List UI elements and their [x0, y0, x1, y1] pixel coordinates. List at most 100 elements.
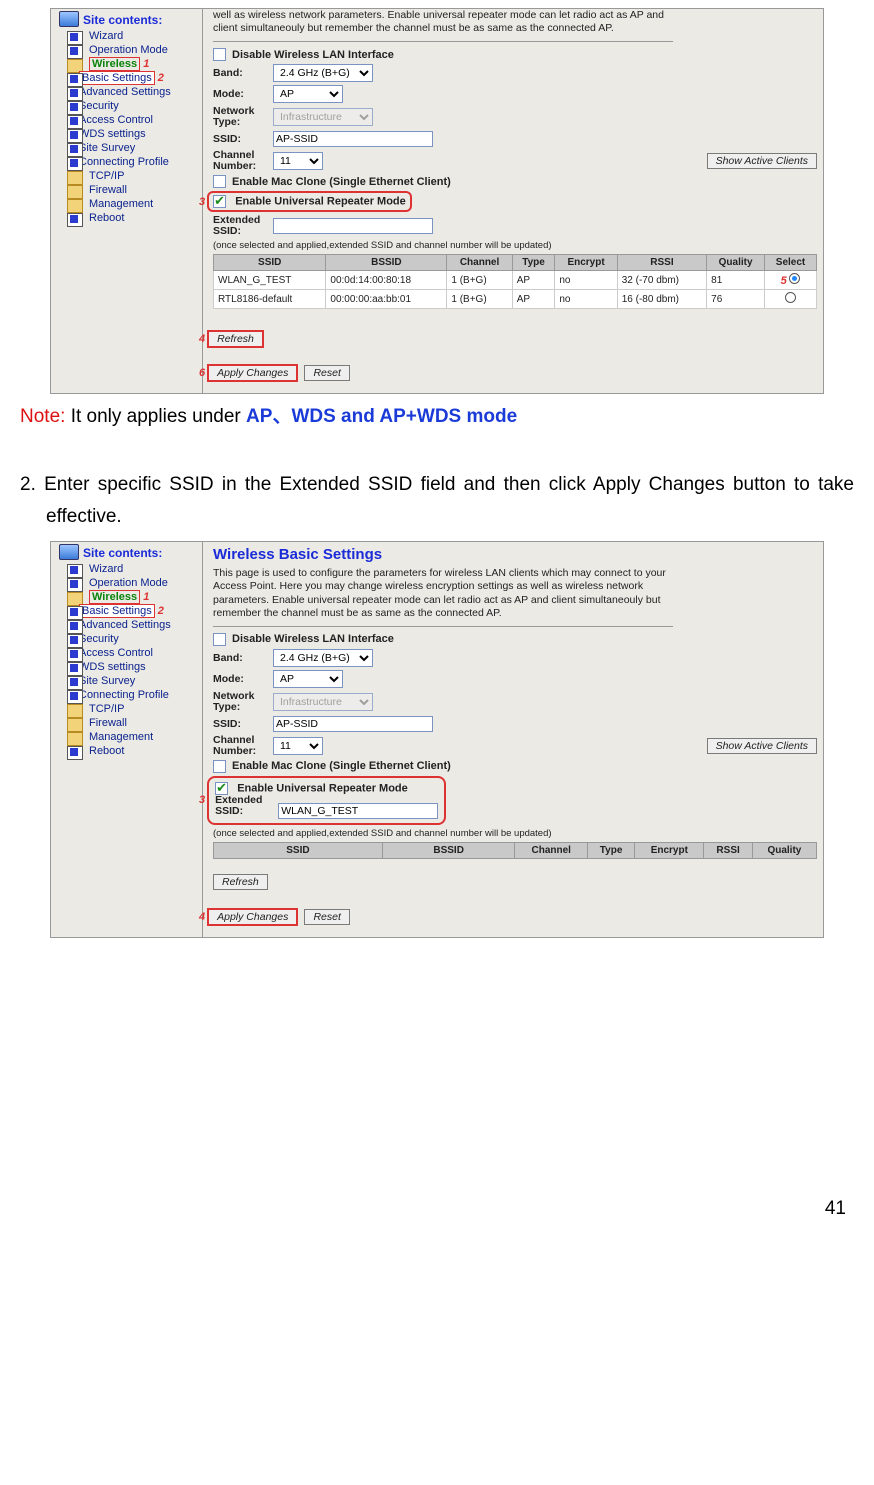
th-type: Type [512, 255, 555, 271]
ssid-input[interactable] [273, 716, 433, 732]
mode-select[interactable]: AP [273, 85, 343, 103]
repeater-redbox: Enable Universal Repeater Mode Extended … [207, 776, 446, 825]
ext-ssid-label: Extended SSID: [215, 795, 275, 817]
content-pane: well as wireless network parameters. Ena… [203, 9, 823, 393]
note-prefix: Note: [20, 406, 71, 427]
marker-5: 5 [781, 275, 787, 287]
disable-lan-checkbox[interactable] [213, 48, 226, 61]
nav-connecting-profile[interactable]: Connecting Profile [67, 155, 200, 169]
show-clients-button[interactable]: Show Active Clients [707, 738, 817, 754]
disable-lan-row: Disable Wireless LAN Interface [213, 48, 817, 61]
apply-button[interactable]: Apply Changes [207, 364, 298, 382]
screenshot-2: Site contents: Wizard Operation Mode Wir… [50, 541, 824, 938]
repeater-checkbox[interactable] [213, 195, 226, 208]
disable-lan-label: Disable Wireless LAN Interface [232, 49, 394, 61]
nav-access-control[interactable]: Access Control [67, 113, 200, 127]
show-clients-button[interactable]: Show Active Clients [707, 153, 817, 169]
ext-ssid-input[interactable] [278, 803, 438, 819]
nav-wizard[interactable]: Wizard [67, 29, 200, 43]
nettype-label: Network Type: [213, 691, 273, 713]
band-select[interactable]: 2.4 GHz (B+G) [273, 649, 373, 667]
nav-advanced[interactable]: Advanced Settings [67, 618, 200, 632]
nav-management[interactable]: Management [67, 197, 200, 211]
cell-select [765, 290, 817, 309]
nav-security[interactable]: Security [67, 99, 200, 113]
nav-basic-settings[interactable]: Basic Settings 2 [67, 71, 200, 85]
sidebar-title: Site contents: [53, 13, 200, 27]
mode-label: Mode: [213, 88, 273, 100]
intro-text: well as wireless network parameters. Ena… [213, 9, 673, 35]
band-select[interactable]: 2.4 GHz (B+G) [273, 64, 373, 82]
nav-basic-settings[interactable]: Basic Settings 2 [67, 604, 200, 618]
ext-ssid-input[interactable] [273, 218, 433, 234]
nav-tree: Wizard Operation Mode Wireless 1 Basic S… [53, 562, 200, 758]
nav-connecting-profile[interactable]: Connecting Profile [67, 688, 200, 702]
ext-ssid-label: Extended SSID: [213, 215, 273, 237]
channel-select[interactable]: 11 [273, 737, 323, 755]
cell-ch: 1 (B+G) [447, 271, 512, 290]
nav-wireless[interactable]: Wireless 1 [67, 590, 200, 604]
th-rssi: RSSI [704, 842, 752, 858]
sidebar: Site contents: Wizard Operation Mode Wir… [51, 542, 203, 937]
nav-tcpip[interactable]: TCP/IP [67, 169, 200, 183]
refresh-button[interactable]: Refresh [207, 330, 264, 348]
mac-clone-label: Enable Mac Clone (Single Ethernet Client… [232, 176, 451, 188]
disable-lan-checkbox[interactable] [213, 633, 226, 646]
nav-site-survey[interactable]: Site Survey [67, 674, 200, 688]
cell-bssid: 00:0d:14:00:80:18 [326, 271, 447, 290]
cell-select: 5 [765, 271, 817, 290]
mac-clone-checkbox[interactable] [213, 175, 226, 188]
marker-3: 3 [199, 794, 205, 806]
nav-reboot[interactable]: Reboot [67, 211, 200, 225]
nav-tcpip[interactable]: TCP/IP [67, 702, 200, 716]
marker-4: 4 [199, 333, 205, 345]
cell-bssid: 00:00:00:aa:bb:01 [326, 290, 447, 309]
th-select: Select [765, 255, 817, 271]
select-radio[interactable] [785, 292, 796, 303]
th-quality: Quality [752, 842, 816, 858]
sidebar-title: Site contents: [53, 546, 200, 560]
nav-firewall[interactable]: Firewall [67, 183, 200, 197]
nav-wds[interactable]: WDS settings [67, 127, 200, 141]
note-mid: It only applies under [71, 406, 246, 427]
nav-firewall[interactable]: Firewall [67, 716, 200, 730]
channel-label: Channel Number: [213, 150, 273, 172]
reset-button[interactable]: Reset [304, 365, 349, 381]
ssid-input[interactable] [273, 131, 433, 147]
nav-operation-mode[interactable]: Operation Mode [67, 43, 200, 57]
nav-wireless[interactable]: Wireless 1 [67, 57, 200, 71]
repeater-checkbox[interactable] [215, 782, 228, 795]
page-number: 41 [20, 1198, 854, 1220]
intro-text: This page is used to configure the param… [213, 567, 673, 620]
table-row: RTL8186-default 00:00:00:aa:bb:01 1 (B+G… [214, 290, 817, 309]
reset-button[interactable]: Reset [304, 909, 349, 925]
refresh-button[interactable]: Refresh [213, 874, 268, 890]
nettype-label: Network Type: [213, 106, 273, 128]
th-encrypt: Encrypt [555, 255, 617, 271]
apply-button[interactable]: Apply Changes [207, 908, 298, 926]
th-ssid: SSID [214, 842, 383, 858]
nav-reboot[interactable]: Reboot [67, 744, 200, 758]
cell-ssid: RTL8186-default [214, 290, 326, 309]
nav-advanced[interactable]: Advanced Settings [67, 85, 200, 99]
repeater-label: Enable Universal Repeater Mode [235, 196, 406, 208]
nav-wizard[interactable]: Wizard [67, 562, 200, 576]
nav-management[interactable]: Management [67, 730, 200, 744]
nav-security[interactable]: Security [67, 632, 200, 646]
screenshot-1: Site contents: Wizard Operation Mode Wir… [50, 8, 824, 394]
cell-ch: 1 (B+G) [447, 290, 512, 309]
nav-wireless-label: Wireless [89, 590, 140, 604]
nav-wds[interactable]: WDS settings [67, 660, 200, 674]
cell-type: AP [512, 290, 555, 309]
divider [213, 41, 673, 42]
channel-select[interactable]: 11 [273, 152, 323, 170]
select-radio[interactable] [789, 273, 800, 284]
cell-rssi: 32 (-70 dbm) [617, 271, 706, 290]
nav-operation-mode[interactable]: Operation Mode [67, 576, 200, 590]
mac-clone-checkbox[interactable] [213, 760, 226, 773]
th-ssid: SSID [214, 255, 326, 271]
mode-select[interactable]: AP [273, 670, 343, 688]
mode-label: Mode: [213, 673, 273, 685]
nav-access-control[interactable]: Access Control [67, 646, 200, 660]
nav-site-survey[interactable]: Site Survey [67, 141, 200, 155]
